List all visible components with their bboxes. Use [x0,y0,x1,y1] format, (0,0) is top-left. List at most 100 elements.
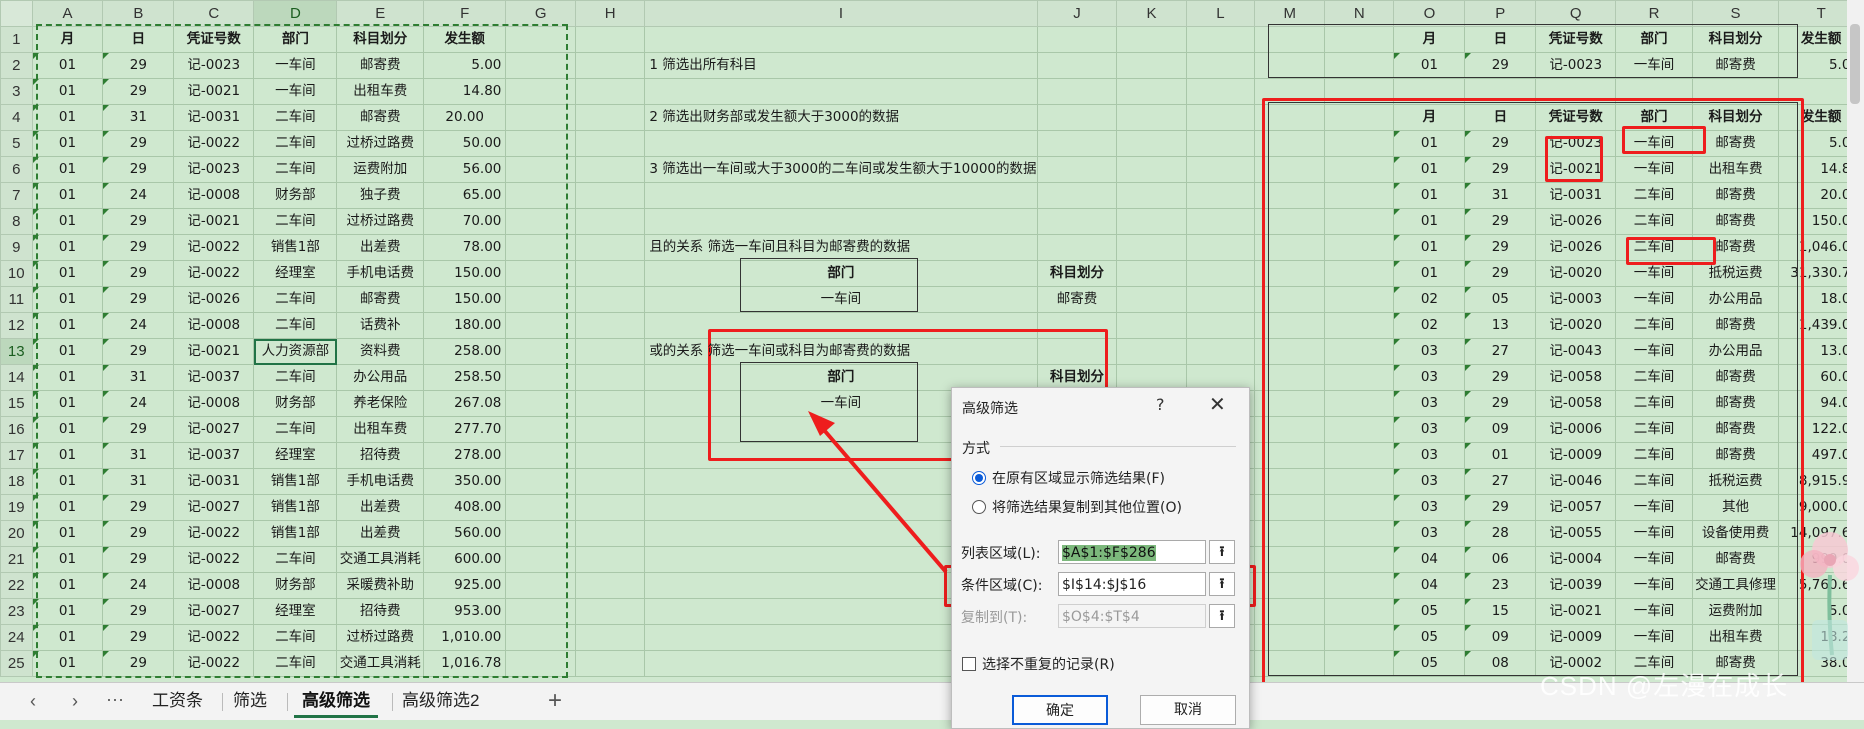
tab-sheet-3[interactable]: 高级筛选 [294,687,378,718]
cell[interactable] [1254,26,1326,53]
cell[interactable]: 记-0003 [1535,286,1617,313]
cell[interactable]: 邮寄费 [1691,416,1780,443]
cell[interactable]: 01 [31,390,104,417]
cell[interactable] [1254,468,1326,495]
cell[interactable] [1185,234,1256,261]
cell[interactable]: 交通工具消耗 [336,546,424,573]
column-header[interactable]: G [505,0,576,27]
cell[interactable]: 01 [31,546,104,573]
cell[interactable] [574,182,646,209]
cell[interactable]: 29 [102,156,175,183]
cell[interactable]: 记-0058 [1535,390,1617,417]
cell[interactable] [1324,598,1395,625]
cell[interactable]: 一车间 [1615,624,1693,651]
cell[interactable]: 01 [31,338,104,365]
cell[interactable]: 408.00 [422,494,507,521]
cell[interactable]: 记-0043 [1535,338,1617,365]
tab-sheet-4[interactable]: 高级筛选2 [394,687,487,715]
row-header[interactable]: 15 [0,390,33,417]
scrollbar-thumb[interactable] [1850,24,1860,104]
cell[interactable] [1116,208,1187,235]
cell[interactable]: 办公用品 [336,364,424,391]
row-header[interactable]: 12 [0,312,33,339]
cell[interactable]: 出租车费 [1691,156,1780,183]
cell[interactable] [1464,78,1537,105]
cell[interactable]: 1,016.78 [422,650,507,677]
cell[interactable]: 29 [102,546,175,573]
cell[interactable]: 28 [1464,520,1537,547]
cell[interactable] [505,416,576,443]
cell[interactable] [505,338,576,365]
option-filter-in-place[interactable]: 在原有区域显示筛选结果(F) [972,468,1165,488]
cell[interactable]: 03 [1393,520,1466,547]
prev-sheet-icon[interactable]: ‹ [30,691,36,712]
cell[interactable]: 出差费 [336,520,424,547]
cell[interactable] [505,468,576,495]
cell[interactable] [1254,546,1326,573]
row-header[interactable]: 3 [0,78,33,105]
cell[interactable] [574,130,646,157]
cell[interactable]: 二车间 [1615,208,1693,235]
cell[interactable] [1185,78,1256,105]
cell[interactable]: 记-0023 [1535,52,1617,79]
cell[interactable] [1185,130,1256,157]
cell[interactable]: 记-0023 [173,156,255,183]
cell[interactable]: 过桥过路费 [336,624,424,651]
cell[interactable]: 78.00 [422,234,507,261]
cell[interactable] [644,182,1038,209]
cell[interactable]: 01 [1393,208,1466,235]
cell[interactable]: 29 [102,650,175,677]
cell[interactable]: 03 [1393,390,1466,417]
cell[interactable]: 一车间 [1615,260,1693,287]
cell[interactable]: 邮寄费 [336,286,424,313]
cell[interactable] [574,78,646,105]
cell[interactable] [574,234,646,261]
cell[interactable] [1254,182,1326,209]
cell[interactable] [1324,468,1395,495]
cell[interactable] [1254,494,1326,521]
cell[interactable]: 记-0022 [173,234,255,261]
cell[interactable] [505,442,576,469]
cell[interactable] [1324,572,1395,599]
row-header[interactable]: 17 [0,442,33,469]
cell[interactable]: 记-0027 [173,494,255,521]
cell[interactable]: 科目划分 [1691,26,1780,53]
cell[interactable]: 二车间 [253,364,338,391]
cell[interactable]: 邮寄费 [1691,390,1780,417]
cell[interactable]: 运费附加 [1691,598,1780,625]
column-header[interactable]: E [336,0,424,27]
cell[interactable] [1116,52,1187,79]
cell[interactable]: 29 [102,208,175,235]
column-header[interactable]: Q [1535,0,1617,27]
cell[interactable]: 31 [102,468,175,495]
cell[interactable]: 经理室 [253,598,338,625]
cell[interactable] [1324,104,1395,131]
row-header[interactable]: 23 [0,598,33,625]
cell[interactable]: 日 [1464,26,1537,53]
cell[interactable] [1185,260,1256,287]
cell[interactable]: 29 [102,52,175,79]
cell[interactable]: 一车间 [1615,520,1693,547]
radio-unselected-icon[interactable] [972,500,986,514]
cell[interactable] [1254,260,1326,287]
cell[interactable]: 记-0026 [173,286,255,313]
cell[interactable]: 01 [1393,234,1466,261]
cell[interactable] [1324,546,1395,573]
column-header[interactable]: F [422,0,507,27]
cell[interactable]: 记-0046 [1535,468,1617,495]
cell[interactable]: 01 [31,234,104,261]
cell[interactable]: 29 [102,624,175,651]
cell[interactable] [1254,416,1326,443]
column-header[interactable]: O [1393,0,1466,27]
cell[interactable] [1324,650,1395,677]
cell[interactable]: 一车间 [1615,130,1693,157]
cell[interactable] [505,234,576,261]
cell[interactable]: 办公用品 [1691,286,1780,313]
cell[interactable]: 24 [102,390,175,417]
cell[interactable]: 发生额 [422,26,507,53]
criteria-range-collapse-icon[interactable]: ⭱ [1209,572,1235,596]
cell[interactable]: 01 [1393,156,1466,183]
cell[interactable]: 记-0006 [1535,416,1617,443]
cell[interactable]: 150.00 [422,286,507,313]
cell[interactable]: 01 [31,260,104,287]
